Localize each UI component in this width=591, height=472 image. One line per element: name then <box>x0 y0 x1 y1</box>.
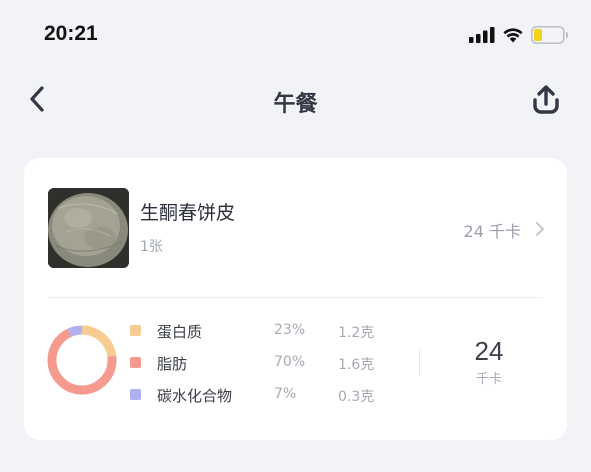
macro-percent: 70% <box>274 354 306 370</box>
status-bar: 20:21 <box>0 0 591 66</box>
meal-card: 生酮春饼皮 1张 24 千卡 蛋白质 23% 1.2克 脂肪 70% 1.6克 … <box>24 158 567 440</box>
battery-icon <box>531 26 568 44</box>
status-icons <box>469 24 569 46</box>
carbs-swatch <box>130 389 141 400</box>
wifi-icon <box>503 28 523 43</box>
macro-percent: 7% <box>274 386 297 402</box>
macro-grams: 1.6克 <box>338 357 375 373</box>
macro-donut-chart <box>47 325 117 395</box>
macro-grams: 0.3克 <box>338 389 375 405</box>
share-icon <box>533 85 559 114</box>
food-item-row[interactable]: 生酮春饼皮 1张 24 千卡 <box>24 158 567 298</box>
macro-grams: 1.2克 <box>338 325 375 341</box>
status-time: 20:21 <box>44 22 98 45</box>
food-quantity: 1张 <box>140 239 163 255</box>
page-title: 午餐 <box>273 92 318 117</box>
fat-swatch <box>130 357 141 368</box>
chevron-right-icon <box>536 222 544 236</box>
macro-name: 蛋白质 <box>157 323 203 341</box>
total-calories-value: 24 <box>474 336 504 366</box>
food-thumbnail <box>48 188 129 268</box>
macro-name: 脂肪 <box>157 355 188 373</box>
macro-percent: 23% <box>274 322 306 338</box>
vertical-separator <box>419 350 420 376</box>
protein-swatch <box>130 325 141 336</box>
share-button[interactable] <box>529 82 563 116</box>
food-name: 生酮春饼皮 <box>140 202 236 224</box>
macro-name: 碳水化合物 <box>157 387 233 405</box>
navbar: 午餐 <box>0 70 591 130</box>
total-calories-unit: 千卡 <box>475 372 502 387</box>
macro-breakdown: 蛋白质 23% 1.2克 脂肪 70% 1.6克 碳水化合物 7% 0.3克 2… <box>24 298 567 440</box>
cellular-signal-icon <box>469 27 495 43</box>
food-calories: 24 千卡 <box>463 222 521 241</box>
total-calories: 24 千卡 <box>454 336 524 387</box>
